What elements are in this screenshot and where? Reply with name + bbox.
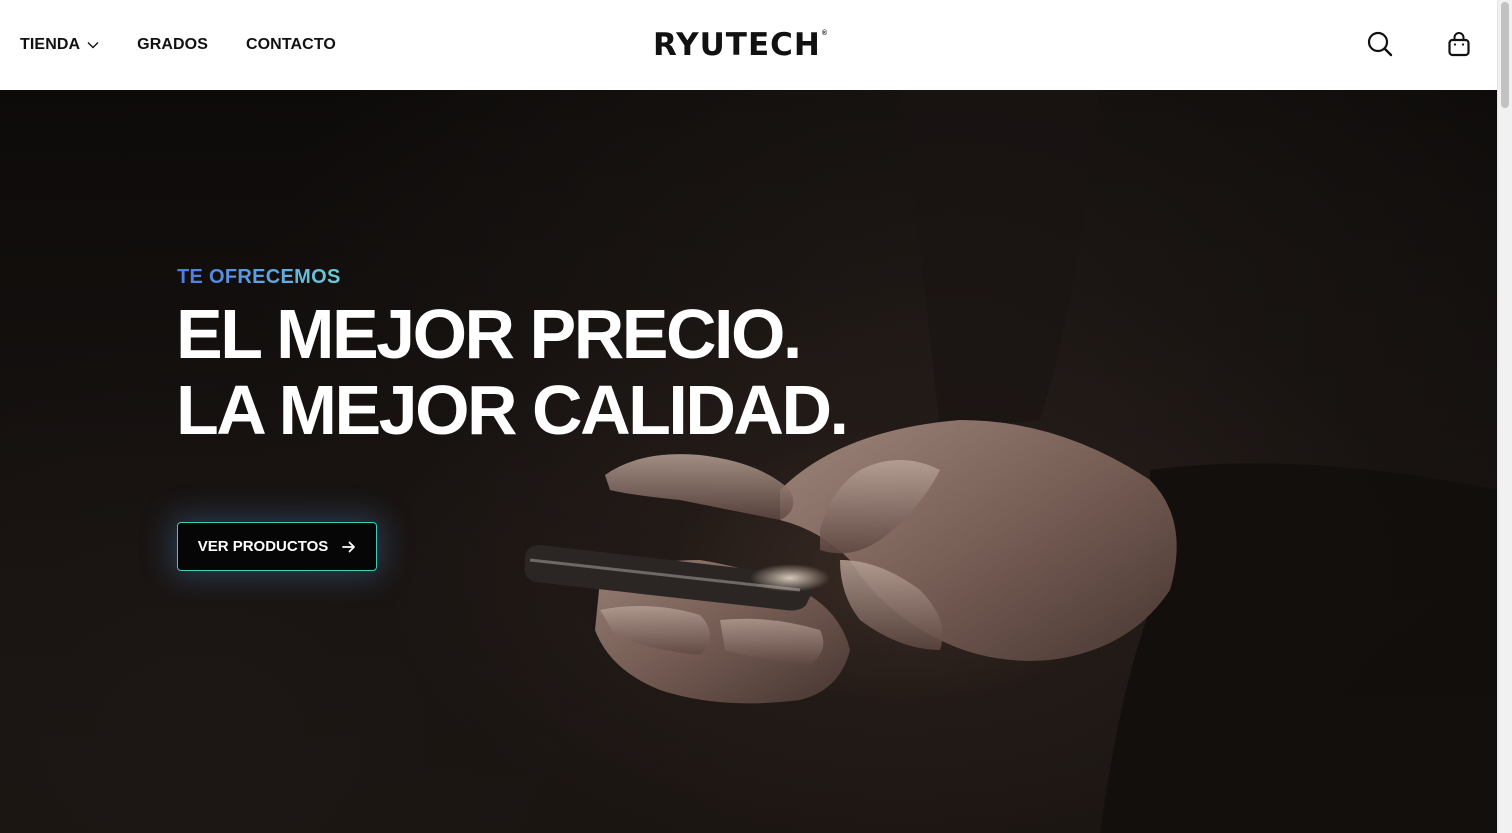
registered-mark: ® — [821, 30, 827, 37]
nav-item-grados[interactable]: GRADOS — [137, 36, 208, 54]
page: TIENDA GRADOS CONTACTO RYUTECH ® TE OFRE… — [0, 0, 1512, 833]
main-nav: TIENDA GRADOS CONTACTO — [20, 0, 336, 90]
chevron-down-icon — [87, 42, 99, 49]
hero-headline-line-1: EL MEJOR PRECIO. — [176, 295, 802, 373]
logo-text: RYUTECH — [653, 27, 821, 63]
hero-headline: EL MEJOR PRECIO. LA MEJOR CALIDAD. — [176, 295, 849, 449]
search-icon — [1367, 31, 1393, 57]
arrow-right-icon — [342, 541, 356, 552]
view-products-button[interactable]: VER PRODUCTOS — [177, 522, 377, 571]
hero-section: TE OFRECEMOS EL MEJOR PRECIO. LA MEJOR C… — [0, 90, 1497, 833]
nav-item-contacto[interactable]: CONTACTO — [246, 36, 336, 54]
hero-eyebrow: TE OFRECEMOS — [177, 266, 341, 288]
cart-button[interactable] — [1445, 30, 1473, 58]
page-scrollbar[interactable] — [1497, 0, 1512, 833]
nav-item-tienda-label: TIENDA — [20, 36, 81, 53]
site-logo[interactable]: RYUTECH ® — [653, 26, 827, 64]
nav-item-tienda[interactable]: TIENDA — [20, 36, 99, 54]
view-products-label: VER PRODUCTOS — [197, 538, 329, 555]
nav-item-grados-label: GRADOS — [137, 36, 208, 53]
search-button[interactable] — [1366, 30, 1394, 58]
shopping-bag-icon — [1448, 32, 1470, 57]
scrollbar-thumb[interactable] — [1501, 2, 1509, 108]
hero-headline-line-2: LA MEJOR CALIDAD. — [176, 371, 849, 449]
hero-background-image — [524, 90, 1497, 833]
site-header: TIENDA GRADOS CONTACTO RYUTECH ® — [0, 0, 1497, 90]
nav-item-contacto-label: CONTACTO — [245, 36, 336, 53]
